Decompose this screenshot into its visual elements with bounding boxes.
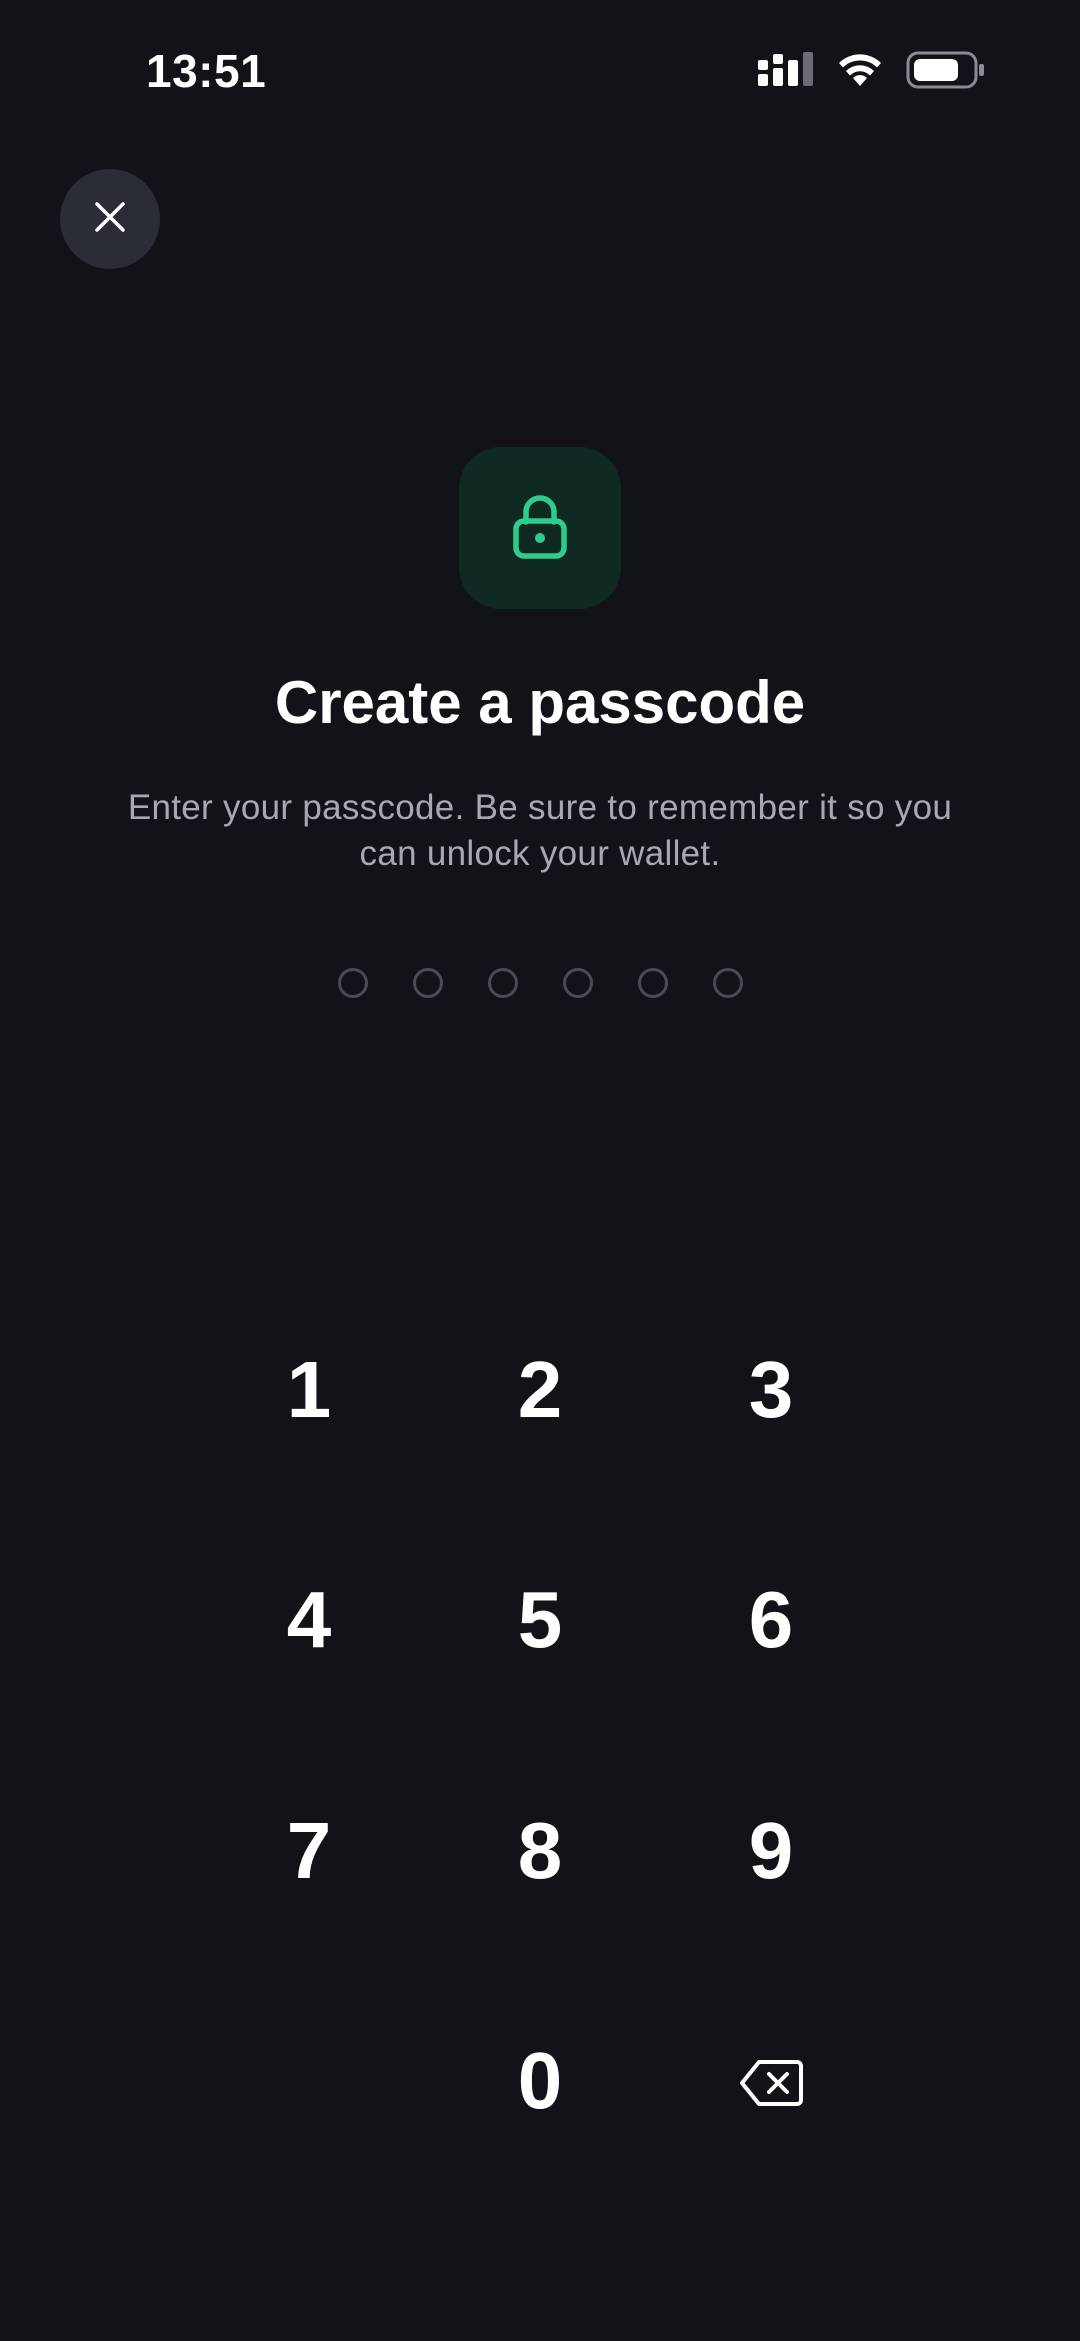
close-icon — [93, 200, 127, 239]
key-0[interactable]: 0 — [440, 1991, 640, 2171]
backspace-button[interactable] — [671, 1991, 871, 2171]
key-4[interactable]: 4 — [209, 1530, 409, 1710]
key-1[interactable]: 1 — [209, 1300, 409, 1480]
passcode-dots — [0, 968, 1080, 998]
key-9[interactable]: 9 — [671, 1761, 871, 1941]
passcode-dot-2 — [412, 968, 443, 998]
lock-icon — [512, 492, 568, 565]
signal-icon — [758, 51, 814, 93]
subtitle-line-1: Enter your passcode. Be sure to remember… — [127, 788, 953, 827]
key-7[interactable]: 7 — [209, 1761, 409, 1941]
status-bar: 13:51 — [0, 0, 1080, 150]
backspace-icon — [739, 2035, 803, 2127]
lock-badge — [459, 447, 621, 609]
battery-icon — [906, 51, 986, 94]
passcode-dot-3 — [487, 968, 518, 998]
status-icons — [758, 51, 986, 94]
passcode-dot-4 — [562, 968, 593, 998]
passcode-dot-5 — [637, 968, 668, 998]
page-title: Create a passcode — [274, 669, 806, 736]
key-3[interactable]: 3 — [671, 1300, 871, 1480]
key-8[interactable]: 8 — [440, 1761, 640, 1941]
key-6[interactable]: 6 — [671, 1530, 871, 1710]
numeric-keypad: 1 2 3 4 5 6 7 8 9 0 — [0, 0, 1080, 2341]
close-button[interactable] — [60, 169, 160, 269]
subtitle-line-2: can unlock your wallet. — [359, 834, 721, 873]
key-5[interactable]: 5 — [440, 1530, 640, 1710]
status-time: 13:51 — [146, 45, 267, 97]
passcode-dot-6 — [712, 968, 743, 998]
key-2[interactable]: 2 — [440, 1300, 640, 1480]
wifi-icon — [836, 52, 884, 93]
page-subtitle: Enter your passcode. Be sure to remember… — [90, 785, 990, 877]
passcode-dot-1 — [337, 968, 368, 998]
